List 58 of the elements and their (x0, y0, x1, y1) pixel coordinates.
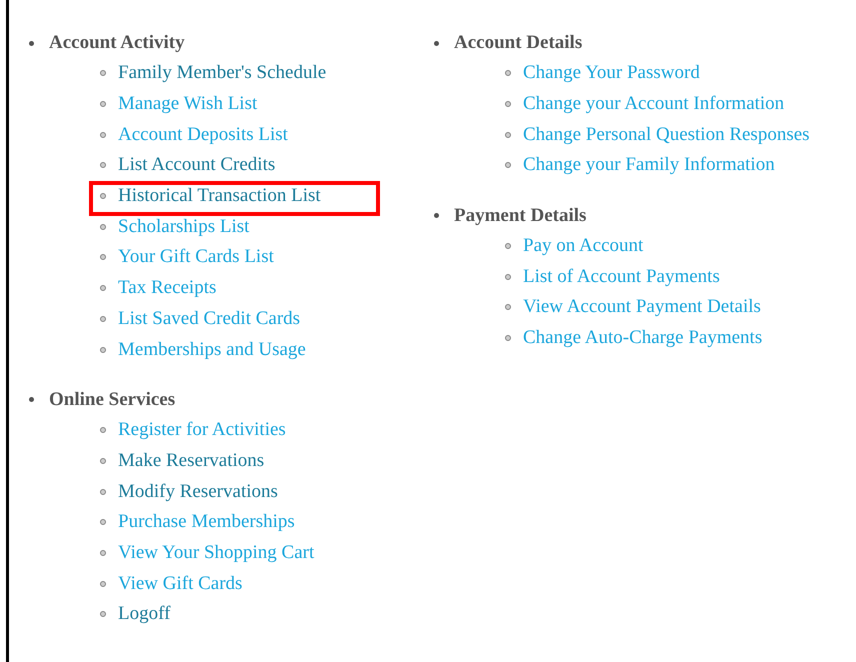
bullet-icon (100, 316, 106, 322)
bullet-icon (434, 213, 439, 218)
menu-link[interactable]: List of Account Payments (523, 266, 720, 288)
menu-link[interactable]: View Your Shopping Cart (118, 542, 314, 564)
menu-link[interactable]: Historical Transaction List (118, 185, 321, 208)
menu-link[interactable]: Your Gift Cards List (118, 246, 274, 268)
menu-link[interactable]: View Account Payment Details (523, 296, 761, 318)
menu-link[interactable]: Modify Reservations (118, 480, 278, 503)
bullet-icon (100, 162, 106, 168)
menu-link[interactable]: Purchase Memberships (118, 511, 295, 534)
menu-link[interactable]: Tax Receipts (118, 277, 216, 300)
bullet-icon (29, 40, 34, 46)
bullet-icon (505, 101, 511, 108)
menu-link[interactable]: Family Member's Schedule (118, 62, 326, 84)
menu-link[interactable]: Scholarships List (118, 216, 250, 238)
menu-link[interactable]: List Account Credits (118, 154, 276, 176)
section-heading: Online Services (49, 388, 176, 411)
bullet-icon (100, 519, 106, 526)
bullet-icon (505, 335, 511, 342)
menu-link[interactable]: Manage Wish List (118, 93, 258, 116)
bullet-icon (100, 132, 106, 138)
bullet-icon (100, 488, 106, 495)
section-heading: Account Activity (49, 32, 185, 54)
bullet-icon (505, 243, 511, 250)
menu-link[interactable]: Memberships and Usage (118, 338, 306, 361)
menu-link[interactable]: List Saved Credit Cards (118, 308, 300, 330)
bullet-icon (100, 458, 106, 464)
menu-link[interactable]: Change your Account Information (523, 93, 784, 116)
bullet-icon (29, 397, 34, 402)
bullet-icon (505, 132, 511, 138)
bullet-icon (100, 254, 106, 260)
menu-link[interactable]: Change Your Password (523, 62, 700, 84)
menu-link[interactable]: Account Deposits List (118, 124, 288, 146)
menu-link[interactable]: Change Personal Question Responses (523, 124, 810, 146)
bullet-icon (100, 193, 106, 200)
menu-link[interactable]: Register for Activities (118, 419, 286, 442)
bullet-icon (100, 550, 106, 556)
bullet-icon (100, 346, 106, 353)
menu-link[interactable]: Make Reservations (118, 450, 264, 472)
bullet-icon (100, 70, 106, 76)
bullet-icon (505, 162, 511, 168)
menu-link[interactable]: Pay on Account (523, 235, 644, 258)
menu-link[interactable]: Change your Family Information (523, 154, 775, 176)
bullet-icon (505, 304, 511, 310)
bullet-icon (100, 427, 106, 434)
bullet-icon (100, 285, 106, 292)
section-heading: Payment Details (454, 204, 586, 227)
bullet-icon (100, 580, 106, 587)
bullet-icon (100, 611, 106, 618)
bullet-icon (434, 40, 439, 46)
menu-link[interactable]: Logoff (118, 603, 170, 626)
menu-link[interactable]: View Gift Cards (118, 572, 242, 595)
section-heading: Account Details (454, 32, 582, 54)
bullet-icon (505, 274, 511, 280)
bullet-icon (505, 70, 511, 76)
bullet-icon (100, 224, 106, 230)
menu-link[interactable]: Change Auto-Charge Payments (523, 327, 762, 350)
bullet-icon (100, 101, 106, 108)
